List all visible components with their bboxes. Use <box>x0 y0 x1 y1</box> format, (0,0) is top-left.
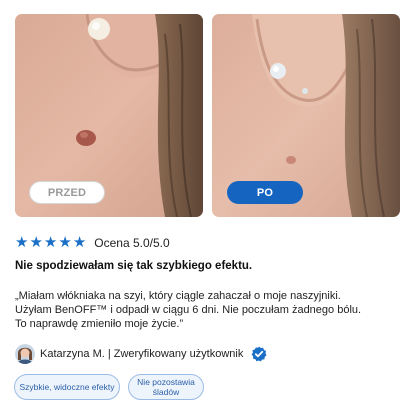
quote-line: „Miałam włókniaka na szyi, który ciągle … <box>15 290 341 302</box>
rating-score: Ocena 5.0/5.0 <box>94 236 170 250</box>
tag-no-marks: Nie pozostawia śladów <box>128 374 204 400</box>
review-headline: Nie spodziewałam się tak szybkiego efekt… <box>15 260 253 272</box>
star-rating: ★ ★ ★ ★ ★ <box>15 235 86 251</box>
verified-badge-icon <box>251 346 267 362</box>
star-icon: ★ <box>58 234 72 251</box>
after-label: PO <box>227 181 303 204</box>
star-icon: ★ <box>72 234 87 251</box>
tag-fast-results: Szybkie, widoczne efekty <box>14 374 120 400</box>
author-row: Katarzyna M. | Zweryfikowany użytkownik <box>15 344 267 364</box>
author-name: Katarzyna M. | Zweryfikowany użytkownik <box>40 348 244 360</box>
review-quote: „Miałam włókniaka na szyi, który ciągle … <box>15 289 407 331</box>
star-icon: ★ <box>15 234 29 251</box>
before-photo: PRZED <box>15 14 203 217</box>
star-icon: ★ <box>43 234 58 251</box>
rating-row: ★ ★ ★ ★ ★ Ocena 5.0/5.0 <box>15 235 170 251</box>
quote-line: Użyłam BenOFF™ i odpadł w ciągu 6 dni. N… <box>15 304 362 316</box>
avatar <box>15 344 35 364</box>
after-photo: PO <box>212 14 400 217</box>
star-icon: ★ <box>29 234 43 251</box>
before-label: PRZED <box>29 181 105 204</box>
quote-line: To naprawdę zmieniło moje życie.” <box>15 318 184 330</box>
